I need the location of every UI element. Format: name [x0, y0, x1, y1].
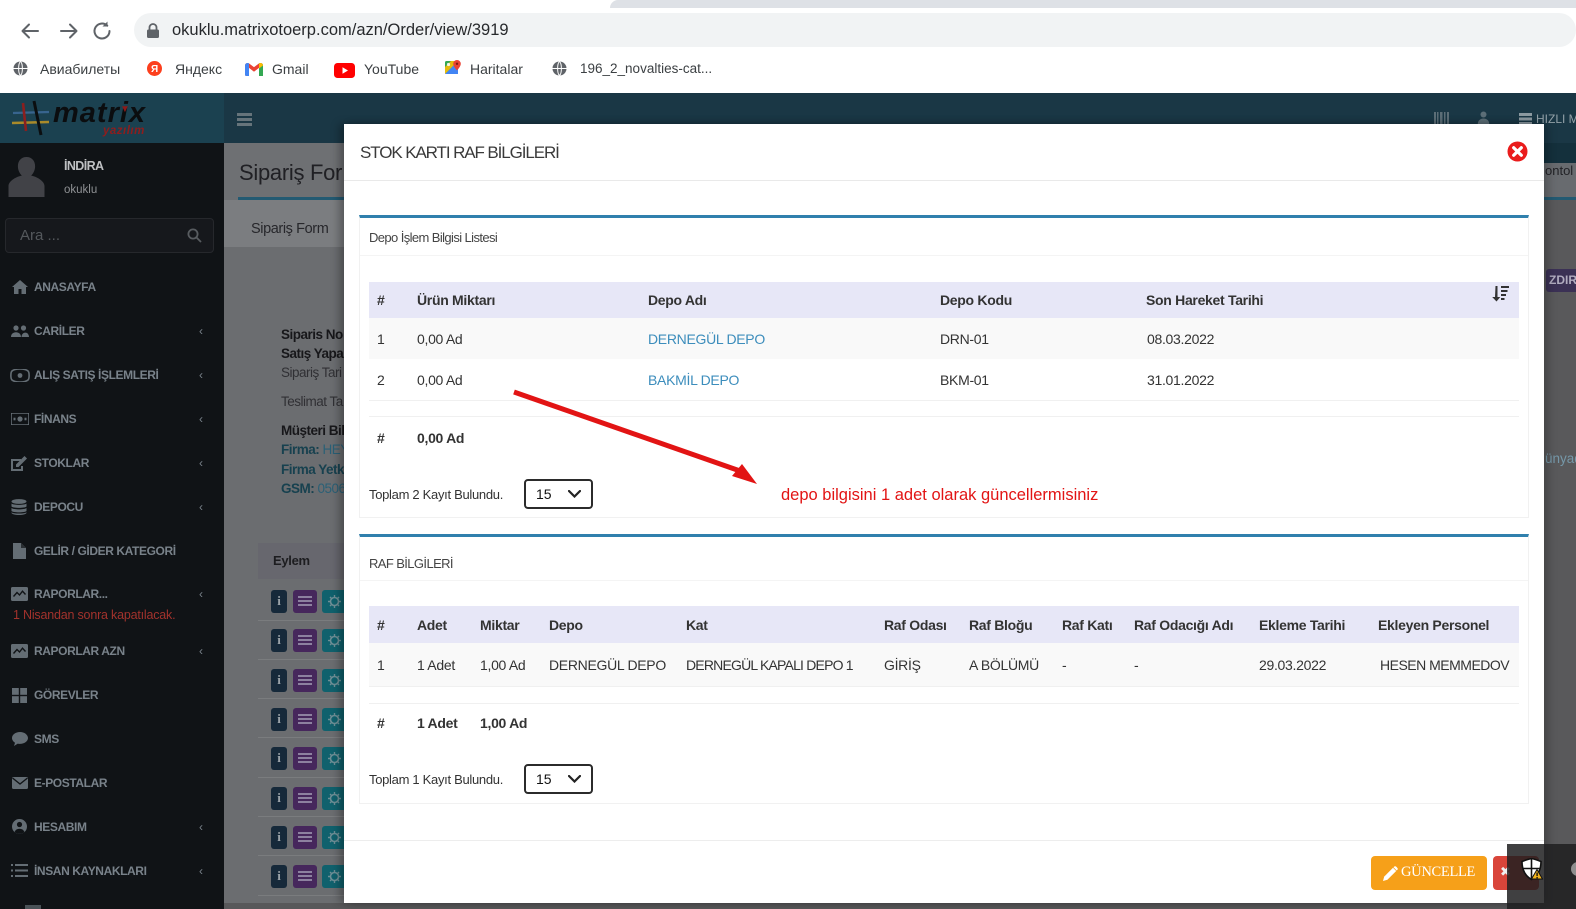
svg-text:Я: Я: [151, 64, 158, 75]
